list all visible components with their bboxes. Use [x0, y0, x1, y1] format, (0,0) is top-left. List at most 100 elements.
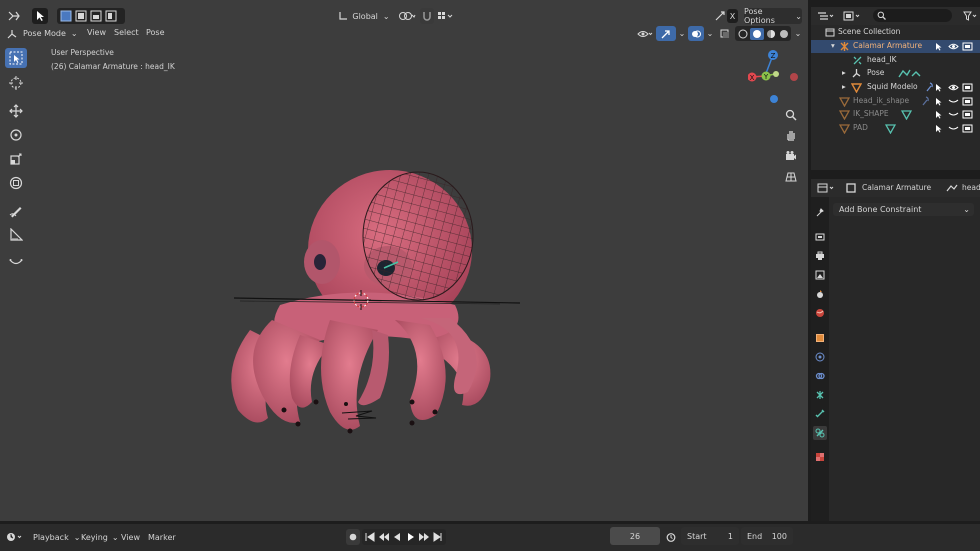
armature-icon: [840, 42, 849, 51]
tab-object[interactable]: [813, 331, 827, 345]
constraint-link-icon: [815, 372, 825, 380]
breadcrumb-object: Calamar Armature: [862, 183, 932, 192]
eye-closed-icon[interactable]: [948, 125, 959, 132]
outliner-item-label: Calamar Armature: [853, 41, 923, 50]
mesh-triangle-icon: [851, 83, 862, 93]
squid-model-render[interactable]: [0, 0, 808, 521]
object-square-icon: [846, 183, 856, 193]
timeline-menu-marker[interactable]: Marker: [148, 533, 176, 542]
selectable-cursor-icon[interactable]: [935, 83, 944, 92]
outliner-filter-dropdown[interactable]: [961, 9, 979, 23]
modifier-wrench-icon: [926, 82, 933, 92]
mesh-data-icon: [901, 110, 912, 120]
tab-bone[interactable]: [813, 407, 827, 421]
expand-arrow-icon[interactable]: ▸: [842, 82, 846, 91]
add-bone-constraint-dropdown[interactable]: Add Bone Constraint ⌄: [833, 203, 974, 216]
end-label: End: [747, 531, 763, 541]
outliner-header: [811, 7, 980, 25]
timeline-header: Playback ⌄ Keying ⌄ View Marker 26 Start…: [0, 524, 980, 551]
render-camera-icon[interactable]: [962, 124, 973, 133]
outliner-row-head-ik-shape[interactable]: Head_ik_shape: [811, 95, 980, 108]
playback-label: Playback: [33, 532, 69, 542]
expand-arrow-icon[interactable]: ▾: [831, 41, 835, 50]
bone-icon: [853, 56, 862, 65]
outliner-row-squid-modelo[interactable]: ▸ Squid Modelo: [811, 81, 980, 94]
properties-panel: Calamar Armature head Add Bone Constrain…: [811, 179, 980, 521]
eye-icon[interactable]: [948, 42, 959, 51]
properties-icon: [817, 183, 834, 193]
zoom-view-button[interactable]: [781, 105, 801, 125]
start-frame-field[interactable]: Start 1: [681, 527, 739, 545]
eye-closed-icon[interactable]: [948, 111, 959, 118]
view-layer-image-icon: [815, 270, 825, 280]
start-label: Start: [687, 531, 707, 541]
render-camera-icon[interactable]: [962, 110, 973, 119]
navigation-gizmo[interactable]: Z X Y: [748, 48, 804, 104]
bone-breadcrumb-icon: [946, 184, 958, 192]
render-camera-icon[interactable]: [962, 42, 973, 51]
tab-object-constraints[interactable]: [813, 369, 827, 383]
breadcrumb-bone: head: [962, 183, 980, 192]
render-camera-icon[interactable]: [962, 83, 973, 92]
display-mode-dropdown[interactable]: [841, 9, 863, 23]
tab-physics[interactable]: [813, 350, 827, 364]
outliner-panel: Scene Collection ▾ Calamar Armature head…: [811, 7, 980, 170]
tab-render[interactable]: [813, 230, 827, 244]
selectable-cursor-icon[interactable]: [935, 124, 944, 133]
selectable-cursor-icon[interactable]: [935, 42, 944, 51]
modifier-wrench-icon: [922, 96, 929, 106]
start-value: 1: [727, 531, 733, 541]
outliner-editor-type-button[interactable]: [815, 9, 837, 23]
record-button[interactable]: [346, 529, 360, 545]
axis-x-label: X: [750, 74, 755, 82]
outliner-search-input[interactable]: [873, 9, 952, 22]
current-frame-field[interactable]: 26: [610, 527, 660, 545]
outliner-item-label: Scene Collection: [838, 27, 901, 36]
tab-scene[interactable]: [813, 287, 827, 301]
tab-armature-data[interactable]: [813, 388, 827, 402]
grid-projection-icon: [785, 172, 797, 182]
end-frame-field[interactable]: End 100: [741, 527, 793, 545]
chevron-down-icon: ⌄: [963, 205, 970, 214]
clock-icon: [7, 533, 22, 541]
camera-view-button[interactable]: [781, 146, 801, 166]
pan-view-button[interactable]: [781, 125, 801, 145]
collection-box-icon: [825, 28, 835, 37]
expand-arrow-icon[interactable]: ▸: [842, 68, 846, 77]
timeline-menu-view[interactable]: View: [121, 533, 140, 542]
playback-menu[interactable]: Playback ⌄: [30, 529, 81, 545]
armature-data-icon: [816, 391, 824, 399]
view-layer-icon: [843, 11, 860, 21]
render-camera-icon[interactable]: [962, 97, 973, 106]
end-value: 100: [771, 531, 787, 541]
toggle-projection-button[interactable]: [781, 167, 801, 187]
outliner-row-pad[interactable]: PAD: [811, 122, 980, 135]
timeline-editor-type-button[interactable]: [4, 529, 26, 545]
tab-tool[interactable]: [813, 205, 827, 219]
outliner-item-label: Pose: [867, 68, 885, 77]
eye-icon[interactable]: [948, 83, 959, 92]
outliner-row-pose[interactable]: ▸ Pose: [811, 67, 980, 80]
outliner-row-scene-collection[interactable]: Scene Collection: [811, 26, 980, 39]
outliner-row-ik-shape[interactable]: IK_SHAPE: [811, 108, 980, 121]
hand-icon: [787, 131, 795, 141]
tab-bone-constraints[interactable]: [813, 426, 827, 440]
tab-view-layer[interactable]: [813, 268, 827, 282]
preview-range-toggle[interactable]: [664, 529, 678, 545]
playback-controls[interactable]: [362, 529, 446, 545]
keying-menu[interactable]: Keying ⌄: [78, 529, 119, 545]
outliner-row-calamar-armature[interactable]: ▾ Calamar Armature: [811, 40, 980, 53]
stopwatch-icon: [666, 533, 676, 542]
axis-y-label: Y: [763, 73, 769, 81]
properties-editor-type-button[interactable]: [815, 181, 837, 195]
tab-texture[interactable]: [813, 450, 827, 464]
tab-output[interactable]: [813, 249, 827, 263]
outliner-row-head-ik[interactable]: head_IK: [811, 54, 980, 67]
axis-z-label: Z: [771, 52, 776, 60]
physics-orbit-icon: [815, 352, 825, 362]
selectable-cursor-icon[interactable]: [935, 110, 944, 119]
magnifier-icon: [785, 109, 797, 121]
selectable-cursor-icon[interactable]: [935, 97, 944, 106]
eye-closed-icon[interactable]: [948, 98, 959, 105]
tab-world[interactable]: [813, 306, 827, 320]
